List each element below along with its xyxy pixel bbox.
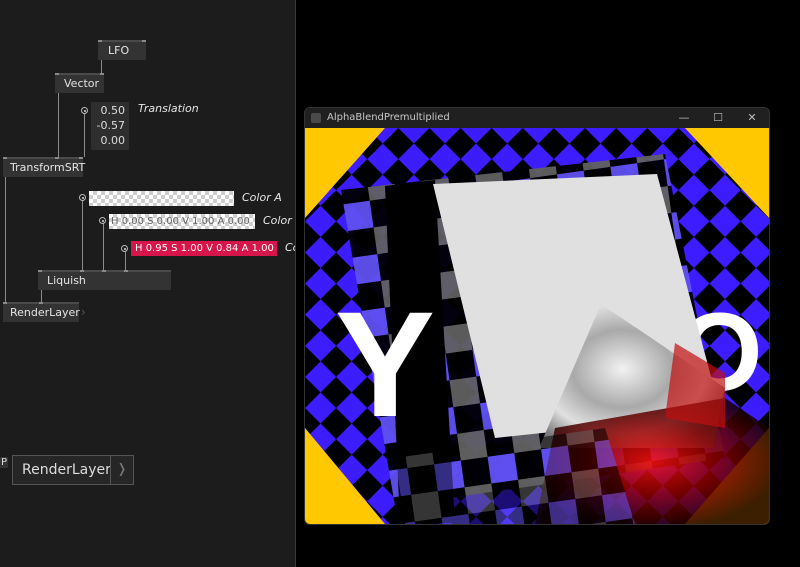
window-titlebar[interactable]: AlphaBlendPremultiplied — ☐ ✕ [305,108,769,128]
wire-transform-renderlayer [5,176,6,304]
input-pin[interactable] [3,157,7,159]
node-label: RenderLayer [22,462,111,478]
input-pin[interactable] [80,270,84,272]
app-icon [311,113,321,123]
input-pin[interactable] [142,40,146,42]
renderlayer-expand-arrow[interactable]: › [81,305,86,319]
input-pin[interactable] [55,73,59,75]
wire-color-b [103,222,104,272]
iobox-pin[interactable] [99,217,106,224]
input-pin[interactable] [55,157,59,159]
input-pin[interactable] [102,270,106,272]
node-label: Vector [64,77,100,90]
input-pin[interactable] [79,157,83,159]
close-button[interactable]: ✕ [735,108,769,128]
input-pin[interactable] [100,73,104,75]
node-label: Liquish [47,274,86,287]
renderlayer-output-node[interactable]: RenderLayer ❭ [12,455,134,485]
wire-translation-transform [84,114,85,157]
output-toggle[interactable]: ❭ [110,456,133,484]
wire-lfo-vector [101,58,102,74]
iobox-pin[interactable] [81,107,88,114]
vector-node[interactable]: Vector [55,73,104,93]
input-pin[interactable] [3,302,7,304]
lfo-node[interactable]: LFO [98,40,146,60]
iobox-pin[interactable] [121,245,128,252]
translation-x[interactable]: 0.50 [95,103,126,118]
color-a-swatch[interactable] [89,191,234,206]
wire-color-c [125,250,126,272]
color-c-swatch[interactable]: H 0.95 S 1.00 V 0.84 A 1.00 [131,241,277,256]
partial-node-label: P [0,457,9,468]
wire-color-a [82,199,83,272]
window-title: AlphaBlendPremultiplied [327,112,450,123]
translation-z[interactable]: 0.00 [95,133,126,148]
render-scene: Y O [305,128,769,524]
maximize-button[interactable]: ☐ [701,108,735,128]
translation-vector-box[interactable]: 0.50 -0.57 0.00 [91,102,129,150]
input-pin[interactable] [124,270,128,272]
transformsrt-node[interactable]: TransformSRT [3,157,86,177]
input-pin[interactable] [98,40,102,42]
wire-vector-transform [58,93,59,157]
translation-y[interactable]: -0.57 [95,118,125,133]
color-b-value: H 0.00 S 0.00 V 1.00 A 0.00 [111,216,250,227]
liquish-node[interactable]: Liquish [38,270,171,290]
input-pin[interactable] [38,270,42,272]
iobox-pin[interactable] [79,194,86,201]
renderlayer-node[interactable]: RenderLayer [3,302,80,322]
node-label: LFO [108,44,130,57]
overlay-letter-y: Y [335,280,435,448]
patch-editor: LFO Vector 0.50 -0.57 0.00 Translation T… [0,0,295,567]
color-c-label: Co [285,241,295,254]
minimize-button[interactable]: — [667,108,701,128]
color-a-label: Color A [242,191,282,204]
input-pin[interactable] [39,302,43,304]
node-label: TransformSRT [10,161,86,174]
node-label: RenderLayer [10,306,80,319]
color-b-label: Color B [263,214,295,227]
render-viewport[interactable]: Y O [305,128,769,524]
render-window[interactable]: AlphaBlendPremultiplied — ☐ ✕ Y O [304,107,770,525]
translation-label: Translation [138,102,199,115]
